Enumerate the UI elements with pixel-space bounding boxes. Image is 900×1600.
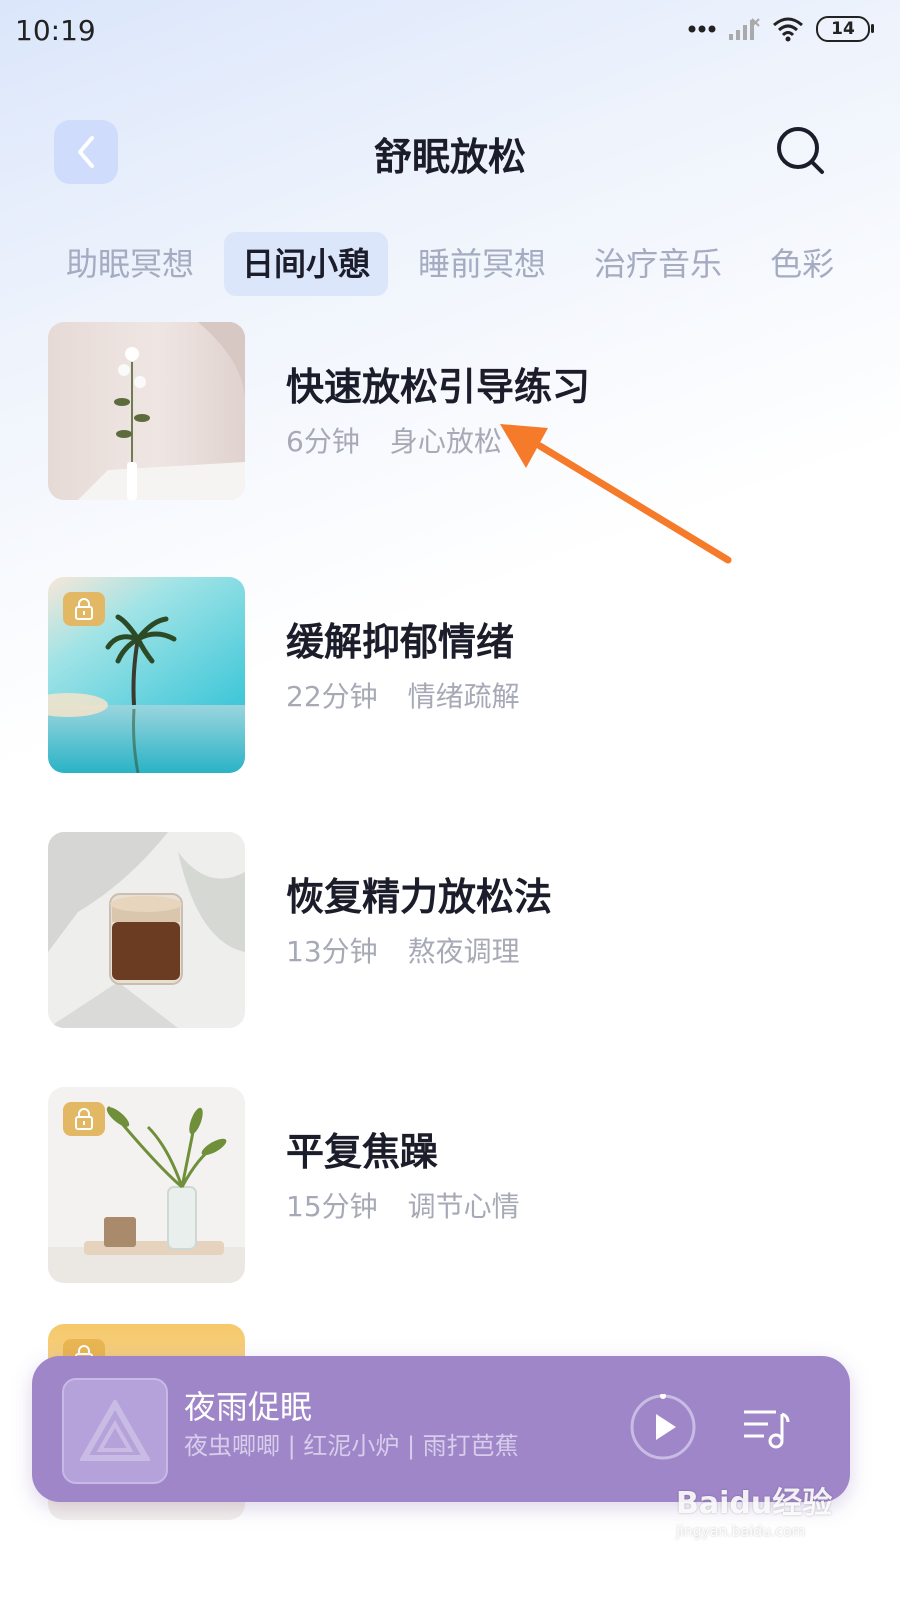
list-item[interactable]: 平复焦躁 15分钟 调节心情 <box>48 1087 852 1283</box>
header: 舒眠放松 <box>0 120 900 186</box>
search-icon <box>777 127 824 174</box>
item-tag: 调节心情 <box>407 1190 520 1223</box>
list-item[interactable]: 缓解抑郁情绪 22分钟 情绪疏解 <box>48 577 852 773</box>
playlist-icon <box>744 1410 790 1449</box>
lock-icon <box>75 1108 93 1130</box>
item-meta: 15分钟 调节心情 <box>286 1185 520 1225</box>
tab-color[interactable]: 色彩 <box>752 232 852 296</box>
item-meta: 13分钟 熬夜调理 <box>286 930 520 970</box>
item-title: 快速放松引导练习 <box>286 365 591 409</box>
item-duration: 13分钟 <box>286 935 378 968</box>
list-item[interactable]: 恢复精力放松法 13分钟 熬夜调理 <box>48 832 852 1028</box>
battery-icon: 14 <box>816 16 874 42</box>
playlist-button[interactable] <box>742 1406 790 1450</box>
status-icons: 14 <box>688 16 874 42</box>
player-subtitle: 夜虫唧唧 | 红泥小炉 | 雨打芭蕉 <box>184 1432 519 1460</box>
more-dots-icon <box>688 25 716 33</box>
category-tabs: 助眠冥想 日间小憩 睡前冥想 治疗音乐 色彩 <box>48 232 900 298</box>
status-bar: 10:19 14 <box>0 0 900 60</box>
tab-bedtime-meditation[interactable]: 睡前冥想 <box>400 232 564 296</box>
lock-badge <box>63 592 105 626</box>
item-thumbnail <box>48 322 245 500</box>
status-time: 10:19 <box>15 14 96 47</box>
item-title: 缓解抑郁情绪 <box>286 620 515 664</box>
item-duration: 6分钟 <box>286 425 360 458</box>
item-tag: 身心放松 <box>389 425 502 458</box>
item-tag: 情绪疏解 <box>407 680 520 713</box>
item-title: 恢复精力放松法 <box>286 875 553 919</box>
watermark-url: jingyan.baidu.com <box>676 1524 806 1540</box>
item-meta: 6分钟 身心放松 <box>286 420 502 460</box>
tab-therapy-music[interactable]: 治疗音乐 <box>576 232 740 296</box>
tab-daytime-nap[interactable]: 日间小憩 <box>224 232 389 296</box>
player-title: 夜雨促眠 <box>184 1388 313 1426</box>
search-button[interactable] <box>774 124 830 180</box>
item-thumbnail <box>48 1087 245 1283</box>
battery-level: 14 <box>831 19 855 39</box>
tab-sleep-meditation[interactable]: 助眠冥想 <box>48 232 212 296</box>
annotation-arrow-icon <box>500 424 732 564</box>
item-duration: 15分钟 <box>286 1190 378 1223</box>
item-thumbnail <box>48 577 245 773</box>
item-title: 平复焦躁 <box>286 1130 439 1174</box>
player-cover <box>62 1378 168 1484</box>
play-button[interactable] <box>630 1393 696 1460</box>
item-duration: 22分钟 <box>286 680 378 713</box>
item-tag: 熬夜调理 <box>407 935 520 968</box>
item-thumbnail <box>48 832 245 1028</box>
page-title: 舒眠放松 <box>373 135 526 179</box>
baidu-watermark: Baidu经验 jingyan.baidu.com <box>676 1478 846 1548</box>
play-icon <box>630 1393 696 1460</box>
cellular-signal-icon <box>729 18 760 40</box>
watermark-text: Baidu经验 <box>676 1486 833 1521</box>
logo-triangle-icon <box>80 1400 150 1461</box>
item-meta: 22分钟 情绪疏解 <box>286 675 520 715</box>
wifi-icon <box>773 17 803 42</box>
lock-icon <box>75 598 93 620</box>
lock-badge <box>63 1102 105 1136</box>
